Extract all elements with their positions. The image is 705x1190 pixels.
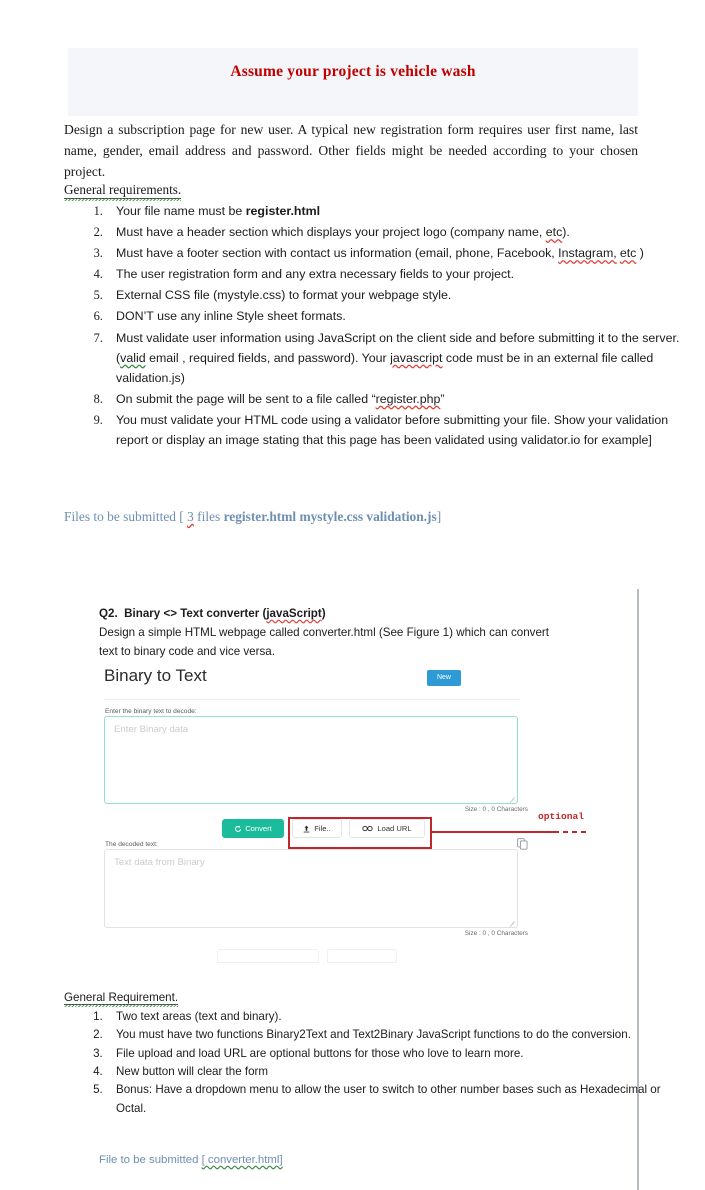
- requirements-list-q1: Your file name must be register.html Mus…: [64, 201, 684, 451]
- figure-divider: [104, 699, 520, 700]
- files-close: ]: [436, 509, 442, 524]
- new-button[interactable]: New: [427, 670, 461, 686]
- spellcheck-word-2: etc: [619, 246, 637, 261]
- req-text: Must have a header section which display…: [116, 225, 546, 240]
- req-text-after: ).: [562, 225, 570, 240]
- list-item: New button will clear the form: [106, 1063, 666, 1081]
- req-text: External CSS file (mystyle.css) to forma…: [116, 288, 452, 303]
- file-name: [ converter.html]: [201, 1154, 283, 1166]
- q2-heading-text: Binary <> Text converter (: [124, 607, 267, 620]
- intro-paragraph: Design a subscription page for new user.…: [64, 122, 638, 180]
- files-to-submit-q2: File to be submitted [ converter.html]: [99, 1154, 283, 1166]
- list-item: DON’T use any inline Style sheet formats…: [106, 306, 684, 326]
- list-item: Must have a footer section with contact …: [106, 243, 684, 263]
- cut-off-button-2: [327, 949, 397, 963]
- req-text: The user registration form and any extra…: [116, 267, 515, 282]
- req-text: Must have a footer section with contact …: [116, 246, 559, 261]
- requirements-list-q2: Two text areas (text and binary). You mu…: [64, 1008, 666, 1118]
- files-to-submit-q1: Files to be submitted [ 3 files register…: [64, 509, 441, 525]
- list-item: Must have a header section which display…: [106, 222, 684, 242]
- annotation-leader-line: [432, 831, 557, 833]
- req-text: You must validate your HTML code using a…: [116, 412, 669, 448]
- convert-label: Convert: [245, 824, 272, 833]
- list-item: Must validate user information using Jav…: [106, 328, 684, 388]
- list-item: You must have two functions Binary2Text …: [106, 1026, 666, 1044]
- binary-input-textarea[interactable]: Enter Binary data: [104, 716, 518, 804]
- q2-heading-suffix: ): [321, 607, 326, 620]
- input-size-counter: Size : 0 , 0 Characters: [464, 806, 528, 813]
- list-item: The user registration form and any extra…: [106, 264, 684, 284]
- spellcheck-word-2: javascript: [390, 350, 443, 365]
- spellcheck-word: valid: [120, 350, 146, 365]
- cut-off-button-1: [217, 949, 319, 963]
- req-bold: register.html: [245, 204, 321, 218]
- list-item: Two text areas (text and binary).: [106, 1008, 666, 1026]
- output-textarea-label: The decoded text:: [105, 841, 158, 848]
- copy-icon[interactable]: [517, 838, 528, 850]
- req-text-mid: email , required fields, and password). …: [145, 350, 391, 365]
- title-banner: [68, 48, 638, 116]
- refresh-icon: [235, 825, 242, 832]
- list-item: You must validate your HTML code using a…: [106, 410, 684, 450]
- output-size-counter: Size : 0 , 0 Characters: [464, 930, 528, 937]
- input-textarea-label: Enter the binary text to decode:: [105, 708, 197, 715]
- annotation-highlight-box: [288, 817, 432, 849]
- file-label: File to be submitted: [99, 1154, 202, 1166]
- q2-number: Q2.: [99, 607, 118, 620]
- spellcheck-word: javaScript: [266, 607, 322, 620]
- req-text: Two text areas (text and binary).: [116, 1010, 282, 1023]
- req-text-after: ”: [440, 391, 445, 406]
- req-text: Bonus: Have a dropdown menu to allow the…: [116, 1083, 661, 1115]
- files-names: register.html mystyle.css validation.js: [223, 509, 437, 524]
- list-item: Bonus: Have a dropdown menu to allow the…: [106, 1081, 666, 1118]
- files-count: 3: [187, 509, 194, 524]
- spellcheck-word: etc: [545, 225, 563, 240]
- list-item: On submit the page will be sent to a fil…: [106, 389, 684, 409]
- req-text: Your file name must be: [116, 204, 246, 218]
- spellcheck-word: Instagram,: [558, 246, 617, 261]
- general-requirements-heading-q2: General Requirement.: [64, 991, 179, 1007]
- req-text: DON’T use any inline Style sheet formats…: [116, 309, 346, 324]
- text-output-textarea[interactable]: Text data from Binary: [104, 849, 518, 928]
- spellcheck-word: register.php: [375, 391, 441, 406]
- req-text: You must have two functions Binary2Text …: [116, 1028, 631, 1042]
- q2-heading: Q2. Binary <> Text converter (javaScript…: [99, 607, 326, 620]
- list-item: External CSS file (mystyle.css) to forma…: [106, 285, 684, 305]
- convert-button[interactable]: Convert: [222, 819, 284, 838]
- input-placeholder: Enter Binary data: [114, 724, 189, 735]
- q2-description: Design a simple HTML webpage called conv…: [99, 626, 549, 658]
- annotation-arrow: [554, 831, 586, 833]
- output-placeholder: Text data from Binary: [114, 857, 205, 868]
- list-item: File upload and load URL are optional bu…: [106, 1045, 666, 1063]
- converter-figure: Binary to Text New Enter the binary text…: [96, 662, 536, 967]
- req-text: New button will clear the form: [116, 1064, 269, 1078]
- resize-handle-icon[interactable]: [509, 796, 515, 802]
- req-text-after: ): [636, 246, 644, 261]
- resize-handle-icon[interactable]: [509, 920, 515, 926]
- page-title: Assume your project is vehicle wash: [230, 63, 476, 80]
- files-label: Files to be submitted [: [64, 509, 188, 524]
- list-item: Your file name must be register.html: [106, 201, 684, 221]
- figure-app-title: Binary to Text: [104, 666, 207, 685]
- req-text: On submit the page will be sent to a fil…: [116, 391, 376, 406]
- general-requirements-heading-q1: General requirements.: [64, 182, 182, 201]
- req-text: File upload and load URL are optional bu…: [116, 1046, 524, 1060]
- files-mid: files: [193, 509, 224, 524]
- annotation-label: optional: [538, 811, 585, 822]
